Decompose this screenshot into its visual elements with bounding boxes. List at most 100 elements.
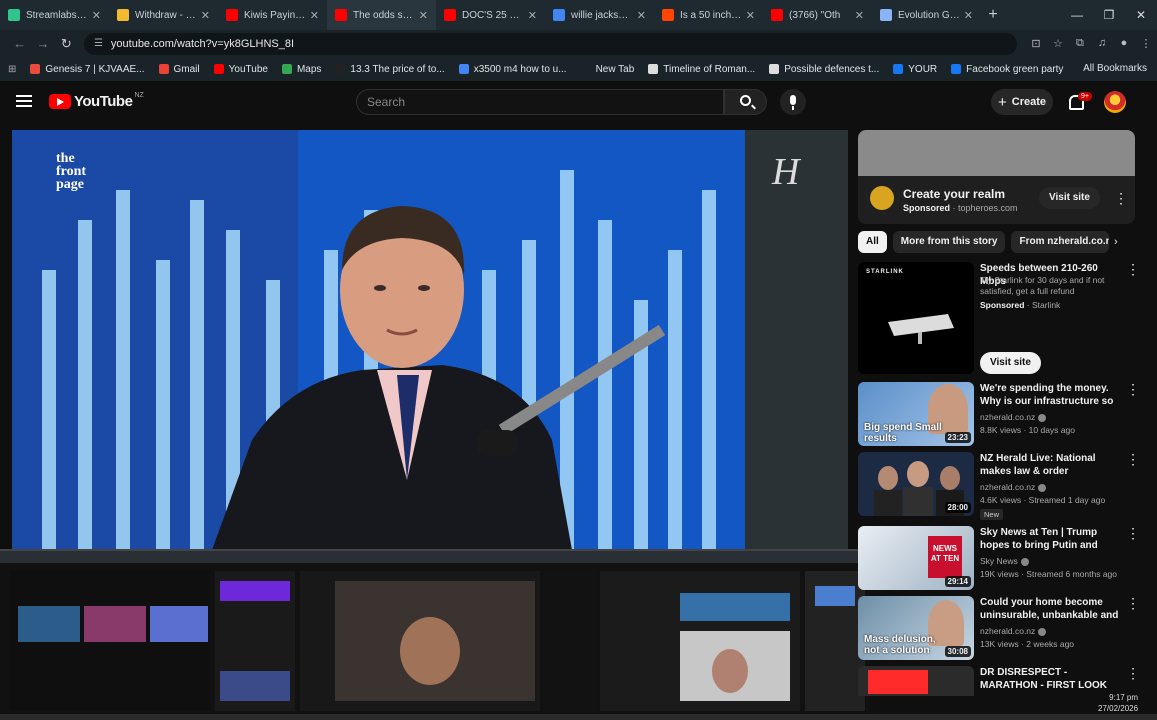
tab-favicon-icon [662,9,674,21]
tab-close-icon[interactable]: ✕ [855,9,864,22]
item-channel: Sky News [980,556,1029,566]
item-more-icon[interactable] [1126,595,1140,612]
bookmark-item[interactable]: Gmail [158,63,200,75]
bookmark-item[interactable]: Maps [281,64,321,75]
tab-title: Withdraw - Wall [135,9,197,21]
page-scrollbar[interactable] [1150,96,1155,686]
youtube-play-icon [49,94,71,109]
browser-tab[interactable]: (3766) "Oth ✕ [763,0,872,30]
maximize-button[interactable]: ❐ [1093,0,1125,30]
item-stats: 13K views · 2 weeks ago [980,639,1075,649]
minimize-button[interactable]: — [1061,0,1093,30]
voice-search-icon[interactable] [780,89,806,115]
forward-icon[interactable]: → [31,36,54,51]
ad-more-icon[interactable] [1114,190,1128,207]
bookmark-label: YOUR [908,63,938,75]
video-list-item[interactable]: 28:00 NZ Herald Live: National makes law… [858,451,1140,520]
site-info-icon[interactable]: ☰ [94,38,103,49]
youtube-header: YouTube NZ Search + Create [0,81,1157,125]
bookmark-item[interactable]: Genesis 7 | KJVAAE... [30,64,145,75]
item-more-icon[interactable] [1126,381,1140,398]
browser-tab[interactable]: willie jackson ag ✕ [545,0,654,30]
ad-visit-site-button[interactable]: Visit site [1039,187,1100,209]
bookmark-label: YouTube [228,63,268,75]
bookmark-item[interactable]: YouTube [213,63,268,75]
video-list-item[interactable]: DR DISRESPECT - MARATHON - FIRST LOOK GA… [858,666,1135,696]
video-list-item[interactable]: Big spend Small results 23:23 We're spen… [858,381,1140,446]
browser-tab[interactable]: Withdraw - Wall ✕ [109,0,218,30]
tab-close-icon[interactable]: ✕ [746,9,755,22]
new-tab-button[interactable]: + [981,6,1005,24]
bookmark-item[interactable]: New Tab [580,64,634,75]
avatar[interactable] [1104,91,1126,113]
tab-title: (3766) "Oth [789,9,841,21]
close-window-button[interactable]: ✕ [1125,0,1157,30]
item-channel: nzherald.co.nz [980,412,1047,422]
duration-badge: 30:08 [944,646,971,657]
thumbnail: 28:00 [858,452,974,516]
os-taskbar [0,714,1157,720]
item-more-icon[interactable] [1126,261,1140,278]
tab-favicon-icon [335,9,347,21]
install-app-icon[interactable]: ⊡ [1025,37,1047,50]
bookmark-favicon-icon [335,64,346,74]
item-more-icon[interactable] [1126,451,1140,468]
browser-tab[interactable]: The odds stack ✕ [327,0,436,30]
browser-tab[interactable]: DOC'S 25 WIN ✕ [436,0,545,30]
bookmark-item[interactable]: Facebook green party [951,64,1063,75]
bookmark-label: Gmail [173,63,200,75]
video-list-item[interactable]: Mass delusion, not a solution 30:08 Coul… [858,595,1140,660]
chip-all[interactable]: All [858,231,887,253]
reload-icon[interactable]: ↻ [55,36,78,52]
tab-favicon-icon [8,9,20,21]
screen-share-overlay[interactable] [0,549,870,714]
tab-title: Streamlabs ID - [26,9,88,21]
chip-more-from-story[interactable]: More from this story [892,231,1006,253]
item-more-icon[interactable] [1126,666,1135,682]
tab-close-icon[interactable]: ✕ [310,9,319,22]
tab-favicon-icon [226,9,238,21]
show-brand-overlay: the front page [56,151,87,192]
tab-close-icon[interactable]: ✕ [201,9,210,22]
starlink-visit-site-button[interactable]: Visit site [980,352,1041,374]
youtube-logo[interactable]: YouTube NZ [49,92,144,110]
browser-tab-strip: Streamlabs ID -✕Withdraw - Wall✕Kiwis Pa… [0,0,1157,30]
bookmark-item[interactable]: YOUR [893,64,937,75]
apps-grid-icon[interactable]: ⊞ [8,64,16,75]
bookmark-item[interactable]: Timeline of Roman... [648,64,755,75]
tab-close-icon[interactable]: ✕ [637,9,646,22]
tab-close-icon[interactable]: ✕ [92,9,101,22]
video-player[interactable]: the front page H [12,130,848,550]
item-more-icon[interactable] [1126,525,1140,542]
url-field[interactable]: ☰ youtube.com/watch?v=yk8GLHNS_8I [83,32,1017,55]
chevron-right-icon[interactable]: › [1114,236,1118,248]
tab-close-icon[interactable]: ✕ [419,9,428,22]
all-bookmarks-link[interactable]: All Bookmarks [1083,63,1147,74]
browser-menu-icon[interactable]: ⋮ [1135,37,1157,50]
tab-close-icon[interactable]: ✕ [528,9,537,22]
tab-close-icon[interactable]: ✕ [964,9,973,22]
browser-tab[interactable]: Kiwis Paying Th ✕ [218,0,327,30]
item-title: DR DISRESPECT - MARATHON - FIRST LOOK GA… [980,667,1108,691]
bookmark-item[interactable]: Possible defences t... [769,64,879,75]
bookmark-label: 13.3 The price of to... [350,63,445,75]
video-list-item[interactable]: NEWS AT TEN 29:14 Sky News at Ten | Trum… [858,525,1140,590]
search-input[interactable]: Search [356,89,724,115]
bookmark-star-icon[interactable]: ☆ [1047,37,1069,50]
profile-icon[interactable]: ● [1113,37,1135,50]
back-icon[interactable]: ← [8,36,31,51]
create-button[interactable]: + Create [991,89,1053,115]
bookmark-favicon-icon [213,64,224,74]
chip-from-nzherald[interactable]: From nzherald.co.nz [1011,231,1110,253]
browser-tab[interactable]: Is a 50 inch pla ✕ [654,0,763,30]
search-button[interactable] [724,89,767,115]
bookmark-item[interactable]: 13.3 The price of to... [335,63,445,75]
browser-tab[interactable]: Streamlabs ID - ✕ [0,0,109,30]
bookmark-item[interactable]: x3500 m4 how to u... [458,63,567,75]
browser-tab[interactable]: Evolution Gami ✕ [872,0,981,30]
ad-banner-image[interactable] [858,130,1135,176]
bookmark-label: x3500 m4 how to u... [473,63,567,75]
menu-icon[interactable] [16,95,32,107]
media-controls-icon[interactable]: ♫ [1091,37,1113,50]
extensions-icon[interactable]: ⧉ [1069,37,1091,50]
